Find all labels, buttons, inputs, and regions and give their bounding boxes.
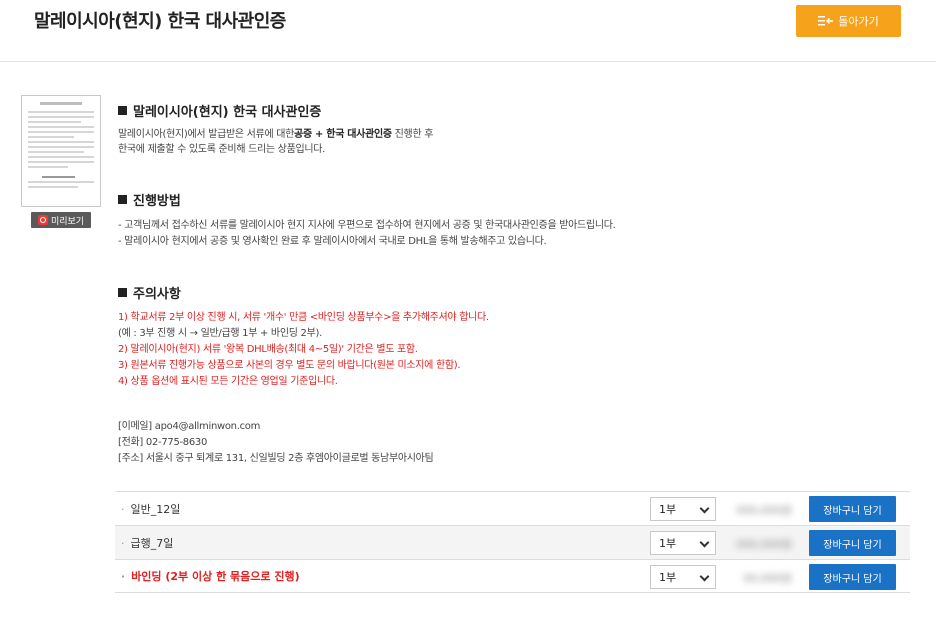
product-description-line1: 말레이시아(현지)에서 발급받은 서류에 대한공증 + 한국 대사관인증 진행한…: [118, 129, 434, 140]
back-button[interactable]: 돌아가기: [796, 5, 901, 37]
section-heading-product: 말레이시아(현지) 한국 대사관인증: [118, 101, 321, 120]
section-heading-notes: 주의사항: [118, 283, 181, 302]
note-2: 2) 말레이시아(현지) 서류 '왕복 DHL배송(최대 4~5일)' 기간은 …: [118, 344, 418, 355]
contact-email: [이메일] apo4@allminwon.com: [118, 421, 261, 432]
contact-address: [주소] 서울시 중구 퇴계로 131, 신일빌딩 2층 후엠아이글로벌 동남부…: [118, 453, 434, 464]
preview-label: 미리보기: [50, 216, 85, 227]
contact-phone: [전화] 02-775-8630: [118, 437, 208, 448]
option-price: 000,000원: [736, 504, 792, 517]
note-example: (예 : 3부 진행 시 → 일반/급행 1부 + 바인딩 2부).: [118, 328, 322, 339]
option-row-binding: · 바인딩 (2부 이상 한 묶음으로 진행) 1부 00,000원 장바구니 담…: [115, 559, 910, 593]
option-price: 000,000원: [736, 538, 792, 551]
back-button-label: 돌아가기: [838, 15, 879, 28]
list-back-icon: [818, 16, 834, 26]
option-name: 바인딩 (2부 이상 한 묶음으로 진행): [131, 570, 300, 583]
section-heading-process: 진행방법: [118, 190, 181, 209]
page-title: 말레이시아(현지) 한국 대사관인증: [34, 11, 286, 32]
chevron-down-icon: [699, 571, 710, 582]
note-3: 3) 원본서류 진행가능 상품으로 사본의 경우 별도 문의 바랍니다(원본 미…: [118, 360, 461, 371]
document-thumbnail[interactable]: [21, 95, 101, 207]
quantity-select[interactable]: 1부: [650, 565, 716, 589]
option-name: 급행_7일: [130, 536, 174, 550]
option-price: 00,000원: [743, 572, 792, 585]
note-4: 4) 상품 옵션에 표시된 모든 기간은 영업일 기준입니다.: [118, 376, 338, 387]
chevron-down-icon: [699, 537, 710, 548]
quantity-select[interactable]: 1부: [650, 531, 716, 555]
add-to-cart-button[interactable]: 장바구니 담기: [809, 530, 896, 556]
option-list: · 일반_12일 1부 000,000원 장바구니 담기 · 급행_7일 1부 00…: [115, 491, 910, 593]
preview-icon: [37, 215, 48, 225]
option-name: 일반_12일: [130, 502, 181, 516]
quantity-select[interactable]: 1부: [650, 497, 716, 521]
add-to-cart-button[interactable]: 장바구니 담기: [809, 564, 896, 590]
note-1: 1) 학교서류 2부 이상 진행 시, 서류 '개수' 만큼 <바인딩 상품부수…: [118, 312, 489, 323]
process-line2: - 말레이시아 현지에서 공증 및 영사확인 완료 후 말레이시아에서 국내로 …: [118, 236, 547, 247]
product-description-line2: 한국에 제출할 수 있도록 준비해 드리는 상품입니다.: [118, 144, 326, 155]
preview-button[interactable]: 미리보기: [31, 212, 91, 228]
option-row-express: · 급행_7일 1부 000,000원 장바구니 담기: [115, 525, 910, 559]
process-line1: - 고객님께서 접수하신 서류를 말레이시아 현지 지사에 우편으로 접수하여 …: [118, 220, 616, 231]
option-row-normal: · 일반_12일 1부 000,000원 장바구니 담기: [115, 491, 910, 525]
chevron-down-icon: [699, 503, 710, 514]
add-to-cart-button[interactable]: 장바구니 담기: [809, 496, 896, 522]
header-divider: [0, 61, 936, 62]
